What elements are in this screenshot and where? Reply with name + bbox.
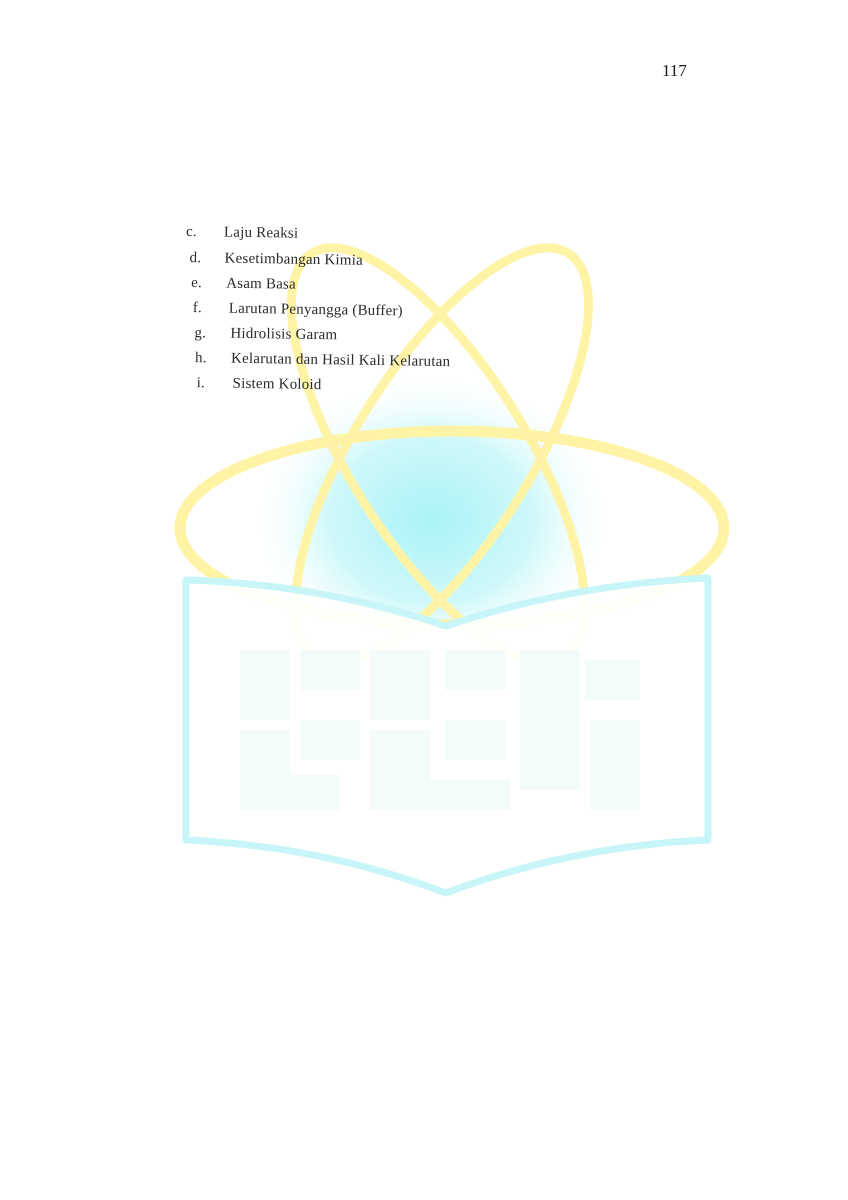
- toc-item-letter: i.: [196, 375, 206, 392]
- toc-item-label: Asam Basa: [226, 275, 297, 293]
- toc-item-letter: g.: [194, 325, 207, 342]
- toc-list: c. Laju Reaksi d. Kesetimbangan Kimia e.…: [0, 0, 848, 430]
- toc-item-label: Laju Reaksi: [223, 224, 299, 242]
- orbit-horizontal: [174, 425, 730, 631]
- book-letters: [240, 650, 640, 810]
- toc-item-label: Kesetimbangan Kimia: [224, 250, 364, 269]
- toc-item-label: Sistem Koloid: [232, 375, 322, 394]
- toc-item-letter: e.: [191, 275, 203, 292]
- toc-item-letter: f.: [192, 300, 203, 317]
- book-fill: [186, 578, 708, 893]
- toc-item-label: Larutan Penyangga (Buffer): [228, 300, 403, 320]
- toc-item-letter: c.: [185, 223, 197, 241]
- toc-item-label: Hidrolisis Garam: [230, 325, 338, 344]
- toc-item-letter: h.: [194, 350, 207, 367]
- document-page: 117 c. Laju Reaksi d. Kesetimbangan Kimi…: [0, 0, 848, 1200]
- toc-item-label: Kelarutan dan Hasil Kali Kelarutan: [230, 350, 451, 371]
- book-outline: [182, 574, 712, 897]
- toc-item-letter: d.: [189, 249, 202, 267]
